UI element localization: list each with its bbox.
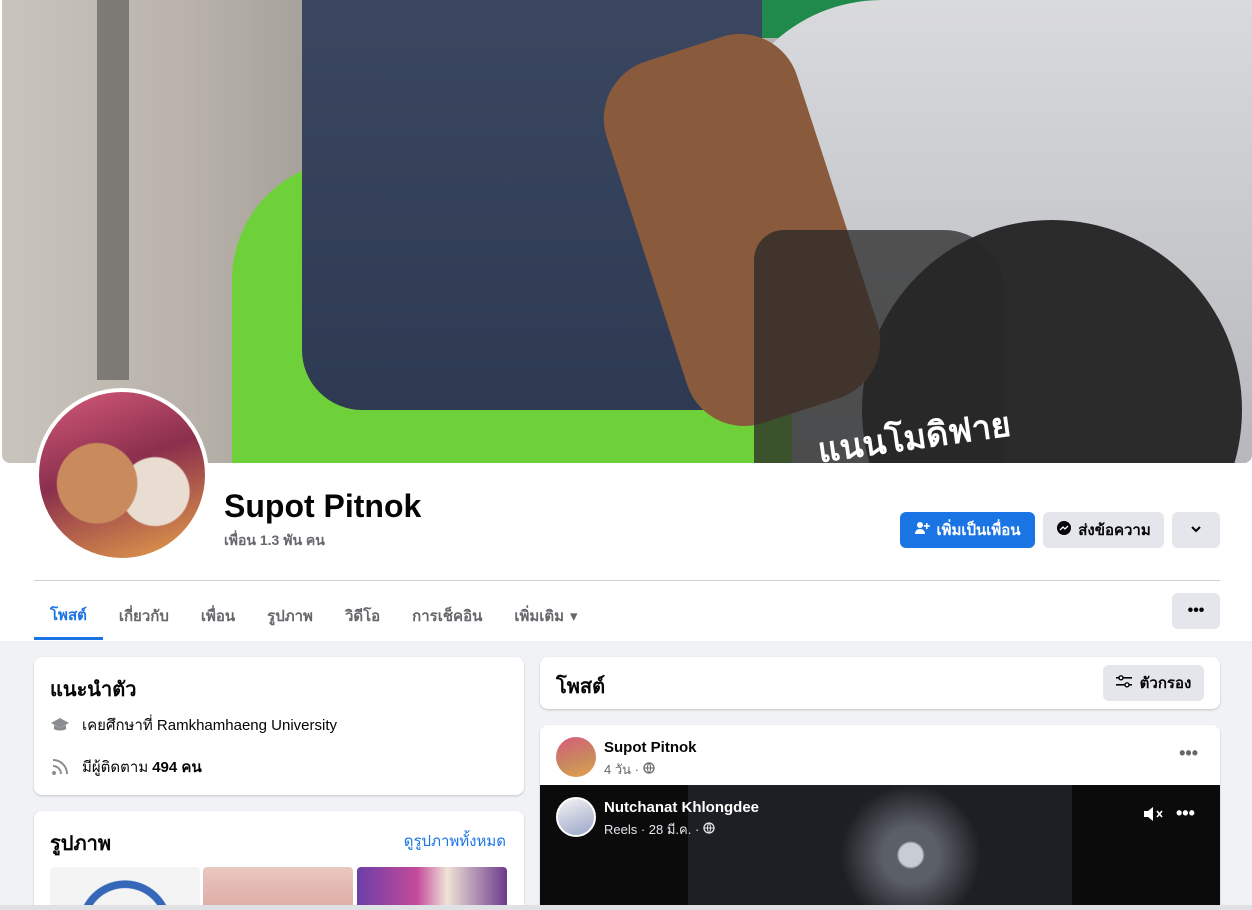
mute-icon[interactable] [1143,805,1165,828]
filter-label: ตัวกรอง [1139,675,1192,692]
messenger-icon [1056,520,1072,540]
tab-about[interactable]: เกี่ยวกับ [103,592,185,640]
globe-icon [643,762,655,777]
add-friend-icon [914,520,931,540]
more-options-button[interactable]: ••• [1172,593,1220,629]
posts-title: โพสต์ [556,676,606,698]
profile-tabs: โพสต์ เกี่ยวกับ เพื่อน รูปภาพ วิดีโอ การ… [34,592,594,640]
post-author-name[interactable]: Supot Pitnok [604,739,697,756]
globe-icon [703,822,715,837]
add-friend-label: เพิ่มเป็นเพื่อน [936,522,1021,539]
caret-down-icon: ▾ [570,608,578,625]
followers-count[interactable]: 494 คน [152,755,201,779]
bottom-scroll-edge [0,905,1252,910]
profile-name: Supot Pitnok [224,488,422,524]
photos-title: รูปภาพ [50,833,112,855]
see-all-photos-link[interactable]: ดูรูปภาพทั้งหมด [404,829,506,853]
tab-videos[interactable]: วิดีโอ [329,592,396,640]
profile-avatar[interactable] [35,388,209,562]
post-meta: 4 วัน · [604,759,655,780]
message-button[interactable]: ส่งข้อความ [1043,512,1164,548]
photo-thumbnail[interactable] [50,867,200,910]
filter-sliders-icon [1115,674,1132,692]
tab-more-label: เพิ่มเติม [514,608,565,625]
intro-education-text: เคยศึกษาที่ Ramkhamhaeng University [82,717,337,734]
chevron-down-icon [1190,522,1202,539]
photos-card: รูปภาพ ดูรูปภาพทั้งหมด [34,811,524,910]
rss-feed-icon [50,757,70,777]
filter-button[interactable]: ตัวกรอง [1103,665,1204,701]
friends-count[interactable]: เพื่อน 1.3 พัน คน [224,530,325,552]
tab-more[interactable]: เพิ่มเติม ▾ [498,592,593,640]
reel-author-name[interactable]: Nutchanat Khlongdee [604,799,759,816]
tab-checkins[interactable]: การเช็คอิน [396,592,498,640]
followers-prefix: มีผู้ติดตาม [82,759,149,776]
header-divider [34,580,1220,581]
profile-options-button[interactable] [1172,512,1220,548]
photo-thumbnail[interactable] [203,867,353,910]
add-friend-button[interactable]: เพิ่มเป็นเพื่อน [900,512,1035,548]
graduation-cap-icon [50,715,70,735]
more-dots-icon: ••• [1187,602,1205,619]
post-author-avatar[interactable] [556,737,596,777]
tab-photos[interactable]: รูปภาพ [251,592,329,640]
shared-reel[interactable]: Nutchanat Khlongdee Reels · 28 มี.ค. · •… [540,785,1220,910]
intro-card: แนะนำตัว เคยศึกษาที่ Ramkhamhaeng Univer… [34,657,524,795]
reel-author-avatar[interactable] [556,797,596,837]
intro-title: แนะนำตัว [50,679,137,701]
message-label: ส่งข้อความ [1078,522,1151,539]
post-options-icon[interactable]: ••• [1179,743,1198,764]
reel-options-icon[interactable]: ••• [1176,803,1195,824]
intro-followers: มีผู้ติดตาม 494 คน [50,755,202,779]
reel-meta: Reels · 28 มี.ค. · [604,819,715,840]
tab-posts[interactable]: โพสต์ [34,592,103,640]
posts-header-card: โพสต์ ตัวกรอง [540,657,1220,709]
cover-photo[interactable]: แนนโมดิฟาย [2,0,1252,463]
intro-education: เคยศึกษาที่ Ramkhamhaeng University [50,713,337,737]
post-timestamp[interactable]: 4 วัน · [604,759,639,780]
post-card: Supot Pitnok 4 วัน · ••• Nutchanat Khlon… [540,725,1220,910]
tab-friends[interactable]: เพื่อน [185,592,251,640]
photo-thumbnail[interactable] [357,867,507,910]
reel-timestamp[interactable]: Reels · 28 มี.ค. · [604,819,699,840]
